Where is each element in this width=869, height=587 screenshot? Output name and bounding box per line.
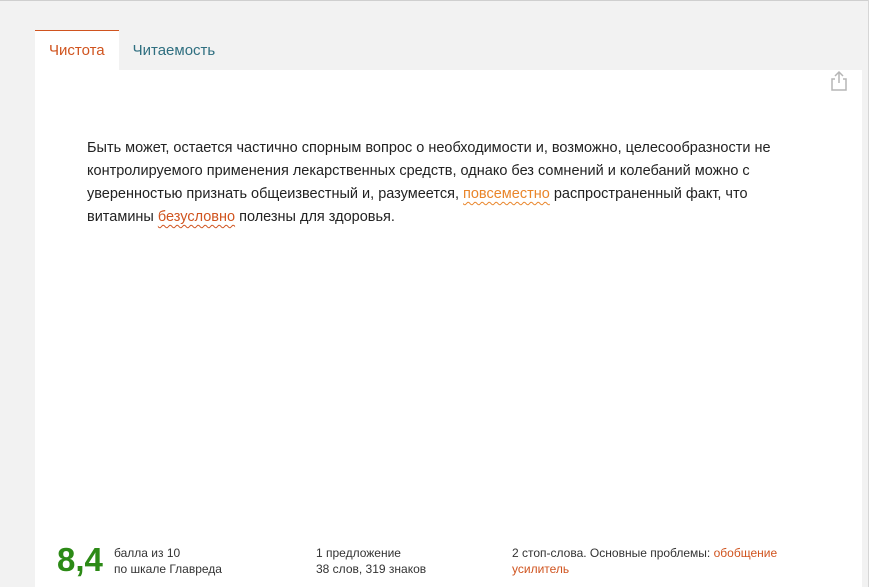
editor-panel: Быть может, остается частично спорным во…: [35, 70, 862, 587]
top-divider: [0, 0, 869, 1]
text-stats: 1 предложение 38 слов, 319 знаков: [316, 545, 426, 577]
word-count: 38 слов, 319 знаков: [316, 562, 427, 576]
sentence-count: 1 предложение: [316, 546, 401, 560]
tab-bar: Чистота Читаемость: [35, 30, 229, 70]
stopword-highlight[interactable]: повсеместно: [463, 186, 550, 202]
tab-readability[interactable]: Читаемость: [119, 30, 230, 70]
score-description: балла из 10 по шкале Главреда: [114, 545, 222, 577]
text-segment: полезны для здоровья.: [235, 209, 395, 225]
score-value: 8,4: [57, 541, 103, 578]
issues-prefix: 2 стоп-слова. Основные проблемы:: [512, 546, 714, 560]
stopword-highlight[interactable]: безусловно: [158, 209, 235, 225]
issues-summary: 2 стоп-слова. Основные проблемы: обобщен…: [512, 545, 812, 577]
score-line: по шкале Главреда: [114, 562, 222, 576]
share-icon[interactable]: [830, 70, 850, 92]
score-line: балла из 10: [114, 546, 181, 560]
analyzed-text[interactable]: Быть может, остается частично спорным во…: [87, 137, 787, 229]
results-footer: 8,4 балла из 10 по шкале Главреда 1 пред…: [57, 540, 847, 580]
issue-link-generalization[interactable]: обобщение: [714, 546, 778, 560]
tab-purity[interactable]: Чистота: [35, 30, 119, 70]
issue-link-intensifier[interactable]: усилитель: [512, 562, 569, 576]
